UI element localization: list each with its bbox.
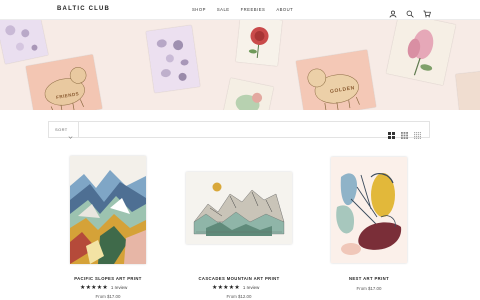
nav-item-about[interactable]: ABOUT (276, 7, 293, 12)
hero-card-dog-left (25, 54, 103, 110)
grid-small-icon[interactable] (414, 126, 421, 139)
sort-divider (78, 122, 79, 137)
star-rating-icon: ★★★★★ (212, 285, 240, 291)
review-count: 1 review (242, 285, 260, 290)
site-header: BALTIC CLUB SHOP SALE FREEBIES ABOUT (0, 0, 480, 20)
product-image-cascades-mountain[interactable] (186, 172, 292, 244)
product-rating: ★★★★★ 1 review (212, 284, 259, 291)
view-toggle (388, 126, 421, 139)
hero-card-magnolia (386, 20, 456, 86)
sort-label[interactable]: SORT (55, 127, 68, 132)
filter-bar: SORT (48, 121, 430, 139)
cart-icon[interactable] (423, 5, 431, 18)
nav-item-sale[interactable]: SALE (217, 7, 230, 12)
hero-card-dog-right (295, 49, 377, 110)
hero-card-edge (455, 70, 480, 110)
account-icon[interactable] (389, 5, 397, 18)
nav-item-shop[interactable]: SHOP (192, 7, 206, 12)
site-logo[interactable]: BALTIC CLUB (57, 6, 110, 12)
product-title[interactable]: NEST ART PRINT (331, 276, 407, 281)
product-image-pacific-slopes[interactable] (70, 156, 146, 264)
product-image-nest[interactable] (331, 157, 407, 263)
product-price: From $17.00 (95, 294, 121, 299)
hero-card-bird (222, 77, 274, 110)
nav-item-freebies[interactable]: FREEBIES (241, 7, 266, 12)
product-title[interactable]: CASCADES MOUNTAIN ART PRINT (188, 276, 290, 281)
star-rating-icon: ★★★★★ (80, 285, 108, 291)
chevron-down-icon[interactable] (68, 127, 73, 139)
product-price: From $17.00 (356, 286, 382, 291)
hero-banner: FRIENDS GOLDEN (0, 20, 480, 110)
product-rating: ★★★★★ 1 review (80, 284, 127, 291)
hero-card-shells (0, 20, 49, 65)
grid-medium-icon[interactable] (401, 126, 408, 139)
header-icons (389, 5, 431, 18)
product-price: From $12.00 (226, 294, 252, 299)
search-icon[interactable] (406, 5, 414, 18)
grid-large-icon[interactable] (388, 126, 395, 139)
main-nav: SHOP SALE FREEBIES ABOUT (192, 7, 293, 12)
product-title[interactable]: PACIFIC SLOPES ART PRINT (60, 276, 156, 281)
hero-card-rocks (145, 25, 201, 93)
hero-card-flower (235, 20, 283, 67)
review-count: 1 review (110, 285, 128, 290)
